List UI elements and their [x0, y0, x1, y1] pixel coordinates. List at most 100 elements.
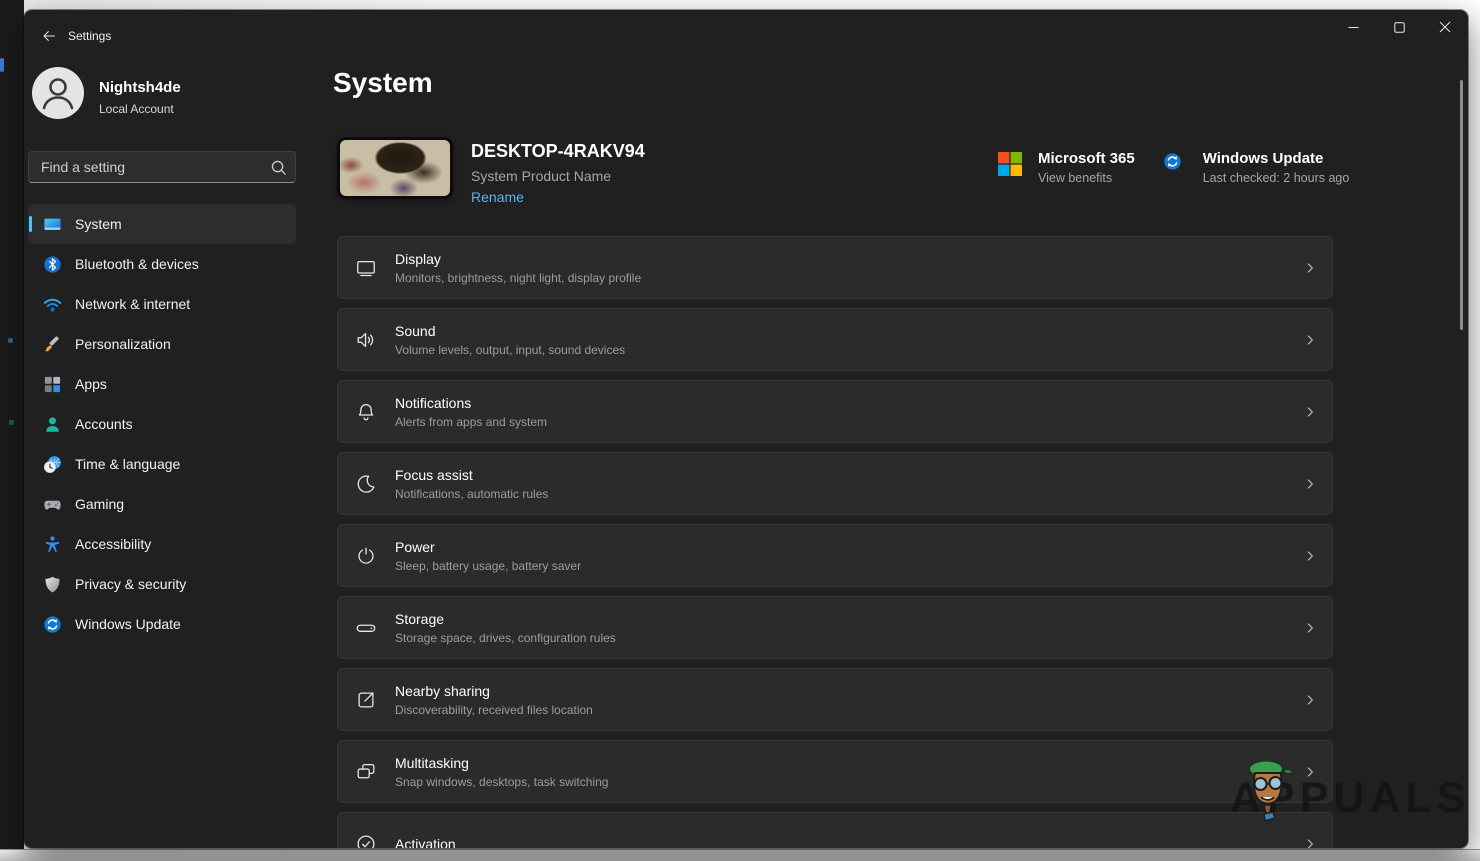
promo-title: Microsoft 365	[1038, 150, 1135, 167]
sidebar-item-bluetooth-devices[interactable]: Bluetooth & devices	[28, 244, 296, 284]
windows-update-icon	[43, 615, 62, 634]
row-title: Notifications	[395, 395, 547, 411]
row-title: Storage	[395, 611, 616, 627]
chevron-right-icon	[1303, 405, 1317, 419]
promo-title: Windows Update	[1203, 150, 1350, 167]
promo-texts: Microsoft 365 View benefits	[1038, 150, 1135, 185]
notifications-icon	[355, 401, 377, 423]
promo-subtitle: View benefits	[1038, 171, 1135, 185]
personalization-icon	[43, 335, 62, 354]
sidebar-item-gaming[interactable]: Gaming	[28, 484, 296, 524]
sidebar-item-label: Gaming	[75, 496, 124, 512]
power-icon	[355, 545, 377, 567]
sidebar-item-accounts[interactable]: Accounts	[28, 404, 296, 444]
row-title: Sound	[395, 323, 625, 339]
settings-row-sound[interactable]: Sound Volume levels, output, input, sound…	[337, 308, 1333, 371]
minimize-button[interactable]	[1330, 10, 1376, 44]
promo-subtitle: Last checked: 2 hours ago	[1203, 171, 1350, 185]
maximize-button[interactable]	[1376, 10, 1422, 44]
maximize-icon	[1394, 22, 1405, 33]
search-input[interactable]	[29, 152, 295, 182]
settings-window: Settings Nightsh4de Local Account	[24, 10, 1468, 848]
sidebar-item-label: Apps	[75, 376, 107, 392]
sidebar-item-label: Bluetooth & devices	[75, 256, 199, 272]
header-promos: Microsoft 365 View benefits Windows Update…	[998, 150, 1349, 185]
display-icon	[355, 257, 377, 279]
sidebar-item-label: Personalization	[75, 336, 171, 352]
focus-assist-icon	[355, 473, 377, 495]
promo-windows-update[interactable]: Windows Update Last checked: 2 hours ago	[1163, 150, 1350, 185]
desktop-icon-fragment	[8, 338, 13, 343]
row-title: Focus assist	[395, 467, 548, 483]
row-text: Sound Volume levels, output, input, sound…	[395, 323, 625, 357]
settings-row-focus-assist[interactable]: Focus assist Notifications, automatic rul…	[337, 452, 1333, 515]
sidebar-item-label: System	[75, 216, 122, 232]
sidebar-item-label: Network & internet	[75, 296, 190, 312]
chevron-right-icon	[1303, 693, 1317, 707]
chevron-right-icon	[1303, 765, 1317, 779]
row-subtitle: Volume levels, output, input, sound devi…	[395, 343, 625, 357]
chevron-right-icon	[1303, 261, 1317, 275]
sidebar-item-privacy-security[interactable]: Privacy & security	[28, 564, 296, 604]
storage-icon	[355, 617, 377, 639]
device-product-name: System Product Name	[471, 168, 611, 184]
accessibility-icon	[43, 535, 62, 554]
row-subtitle: Sleep, battery usage, battery saver	[395, 559, 581, 573]
sidebar-item-accessibility[interactable]: Accessibility	[28, 524, 296, 564]
sidebar-item-system[interactable]: System	[28, 204, 296, 244]
privacy-security-icon	[43, 575, 62, 594]
row-title: Nearby sharing	[395, 683, 593, 699]
account-type-label: Local Account	[99, 102, 174, 116]
promo-texts: Windows Update Last checked: 2 hours ago	[1203, 150, 1350, 185]
user-name: Nightsh4de	[99, 79, 181, 96]
sidebar-item-label: Privacy & security	[75, 576, 186, 592]
sidebar-nav: System Bluetooth & devices Network & inter…	[28, 204, 296, 644]
row-subtitle: Snap windows, desktops, task switching	[395, 775, 608, 789]
system-icon	[43, 215, 62, 234]
close-button[interactable]	[1422, 10, 1468, 44]
search-box	[28, 151, 296, 183]
close-icon	[1439, 21, 1451, 33]
minimize-icon	[1348, 22, 1359, 33]
back-button[interactable]	[32, 22, 66, 50]
device-name: DESKTOP-4RAKV94	[471, 141, 645, 162]
multitasking-icon	[355, 761, 377, 783]
sound-icon	[355, 329, 377, 351]
sidebar-item-label: Windows Update	[75, 616, 181, 632]
settings-row-display[interactable]: DisplayMonitors, brightness, night light…	[337, 236, 1333, 299]
sidebar-item-apps[interactable]: Apps	[28, 364, 296, 404]
network-icon	[43, 295, 62, 314]
sidebar-item-network-internet[interactable]: Network & internet	[28, 284, 296, 324]
settings-row-storage[interactable]: Storage Storage space, drives, configurat…	[337, 596, 1333, 659]
windows-update-icon	[1163, 152, 1193, 171]
row-subtitle: Notifications, automatic rules	[395, 487, 548, 501]
rename-link[interactable]: Rename	[471, 189, 524, 205]
scrollbar-thumb[interactable]	[1460, 80, 1463, 330]
settings-row-multitasking[interactable]: MultitaskingSnap windows, desktops, task…	[337, 740, 1333, 803]
settings-row-activation[interactable]: Activation	[337, 812, 1333, 848]
sidebar-item-windows-update[interactable]: Windows Update	[28, 604, 296, 644]
back-arrow-icon	[41, 28, 57, 44]
row-subtitle: Storage space, drives, configuration rul…	[395, 631, 616, 645]
chevron-right-icon	[1303, 477, 1317, 491]
taskbar-edge	[0, 849, 1480, 861]
settings-row-power[interactable]: Power Sleep, battery usage, battery saver	[337, 524, 1333, 587]
user-avatar[interactable]	[32, 67, 84, 119]
row-text: Power Sleep, battery usage, battery saver	[395, 539, 581, 573]
desktop-edge-left	[0, 0, 24, 849]
sidebar-item-time-language[interactable]: Time & language	[28, 444, 296, 484]
row-subtitle: Discoverability, received files location	[395, 703, 593, 717]
row-text: Notifications Alerts from apps and system	[395, 395, 547, 429]
row-title: Power	[395, 539, 581, 555]
row-subtitle: Monitors, brightness, night light, displ…	[395, 271, 641, 285]
window-title: Settings	[68, 29, 111, 43]
settings-row-notifications[interactable]: Notifications Alerts from apps and system	[337, 380, 1333, 443]
person-avatar-icon	[32, 67, 84, 119]
sidebar-item-personalization[interactable]: Personalization	[28, 324, 296, 364]
row-text: Activation	[395, 836, 456, 849]
promo-microsoft-365[interactable]: Microsoft 365 View benefits	[998, 150, 1135, 185]
bluetooth-icon	[43, 255, 62, 274]
row-subtitle: Alerts from apps and system	[395, 415, 547, 429]
search-icon[interactable]	[270, 159, 287, 181]
settings-row-nearby-sharing[interactable]: Nearby sharing Discoverability, received …	[337, 668, 1333, 731]
